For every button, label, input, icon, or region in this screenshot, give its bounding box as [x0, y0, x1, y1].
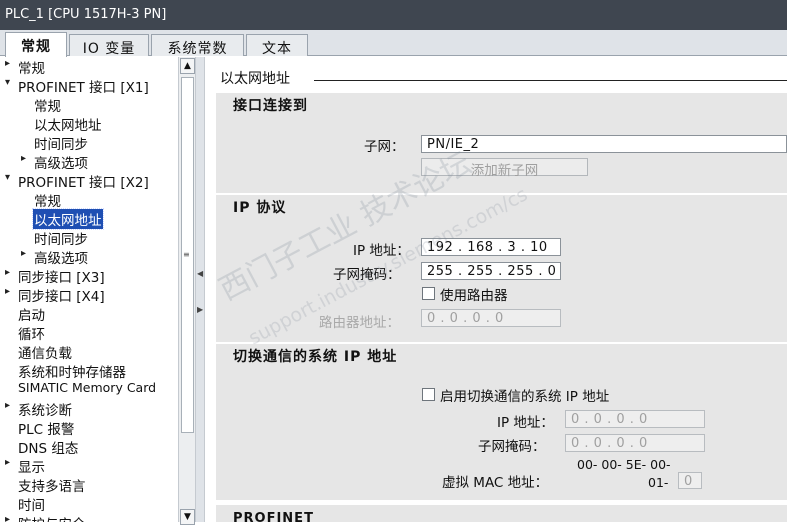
expand-arrow-icon[interactable]: ▸	[21, 248, 26, 259]
section-profinet: PROFINET	[216, 505, 787, 522]
window-title: PLC_1 [CPU 1517H-3 PN]	[0, 0, 787, 30]
expand-arrow-icon[interactable]: ▸	[21, 153, 26, 164]
grip-icon: ≡	[183, 250, 190, 259]
expand-arrow-icon[interactable]: ▸	[5, 286, 10, 297]
ip-address-label: IP 地址：	[353, 243, 410, 259]
section-title: 接口连接到	[233, 98, 308, 114]
mac-address-part2: 01-	[648, 475, 669, 490]
subnet-mask-label: 子网掩码：	[333, 267, 401, 283]
subnet-mask-field[interactable]: 255 . 255 . 255 . 0	[421, 262, 561, 280]
enable-switched-ip-label: 启用切换通信的系统 IP 地址	[440, 389, 610, 405]
navigation-tree: ▸ 常规 ▾ PROFINET 接口 [X1] 常规 以太网地址 时间同步 ▸ 高级选…	[0, 57, 178, 522]
switched-mask-field[interactable]: 0 . 0 . 0 . 0	[565, 434, 705, 452]
section-interface-connection: 接口连接到 子网： PN/IE_2 添加新子网	[216, 93, 787, 193]
section-title: PROFINET	[233, 511, 314, 522]
expand-arrow-icon[interactable]: ▸	[5, 457, 10, 468]
section-switched-comm-ip: 切换通信的系统 IP 地址 启用切换通信的系统 IP 地址 IP 地址： 0 .…	[216, 344, 787, 500]
mac-address-part1: 00- 00- 5E- 00-	[577, 457, 671, 472]
router-address-field[interactable]: 0 . 0 . 0 . 0	[421, 309, 561, 327]
section-title: 切换通信的系统 IP 地址	[233, 349, 398, 365]
tree-scrollbar[interactable]: ▲ ≡ ▼	[178, 57, 195, 525]
panel-splitter[interactable]: ◀ ▶	[195, 57, 205, 522]
ip-address-field[interactable]: 192 . 168 . 3 . 10	[421, 238, 561, 256]
switched-mask-label: 子网掩码：	[478, 439, 546, 455]
heading-divider	[314, 80, 787, 81]
subnet-label: 子网：	[364, 139, 405, 155]
section-ip-protocol: IP 协议 IP 地址： 192 . 168 . 3 . 10 子网掩码： 25…	[216, 195, 787, 342]
section-title: IP 协议	[233, 200, 287, 216]
expand-arrow-icon[interactable]: ▸	[5, 58, 10, 69]
scroll-up-icon[interactable]: ▲	[180, 58, 195, 74]
enable-switched-ip-checkbox[interactable]	[422, 388, 435, 401]
virtual-mac-label: 虚拟 MAC 地址：	[442, 475, 549, 491]
expand-arrow-icon[interactable]: ▸	[5, 267, 10, 278]
switched-ip-label: IP 地址：	[497, 415, 554, 431]
switched-ip-field[interactable]: 0 . 0 . 0 . 0	[565, 410, 705, 428]
router-address-label: 路由器地址：	[319, 315, 400, 331]
collapse-arrow-icon[interactable]: ▾	[5, 77, 10, 88]
expand-right-icon[interactable]: ▶	[197, 305, 203, 314]
scroll-down-icon[interactable]: ▼	[180, 509, 195, 525]
tab-texts[interactable]: 文本	[246, 34, 308, 57]
tab-system-constants[interactable]: 系统常数	[151, 34, 244, 57]
tab-general[interactable]: 常规	[5, 32, 67, 57]
expand-arrow-icon[interactable]: ▸	[5, 400, 10, 411]
collapse-arrow-icon[interactable]: ▾	[5, 172, 10, 183]
collapse-left-icon[interactable]: ◀	[197, 269, 203, 278]
tab-io-tags[interactable]: IO 变量	[69, 34, 149, 57]
mac-last-byte-field[interactable]: 0	[678, 472, 702, 489]
tab-bar: 常规 IO 变量 系统常数 文本	[0, 30, 787, 57]
use-router-checkbox[interactable]	[422, 287, 435, 300]
properties-content: 以太网地址 接口连接到 子网： PN/IE_2 添加新子网 IP 协议 IP 地…	[206, 57, 787, 522]
subnet-field[interactable]: PN/IE_2	[421, 135, 787, 153]
page-title: 以太网地址	[220, 68, 296, 88]
use-router-label: 使用路由器	[440, 288, 508, 304]
expand-arrow-icon[interactable]: ▸	[5, 514, 10, 522]
add-subnet-button[interactable]: 添加新子网	[421, 158, 588, 179]
